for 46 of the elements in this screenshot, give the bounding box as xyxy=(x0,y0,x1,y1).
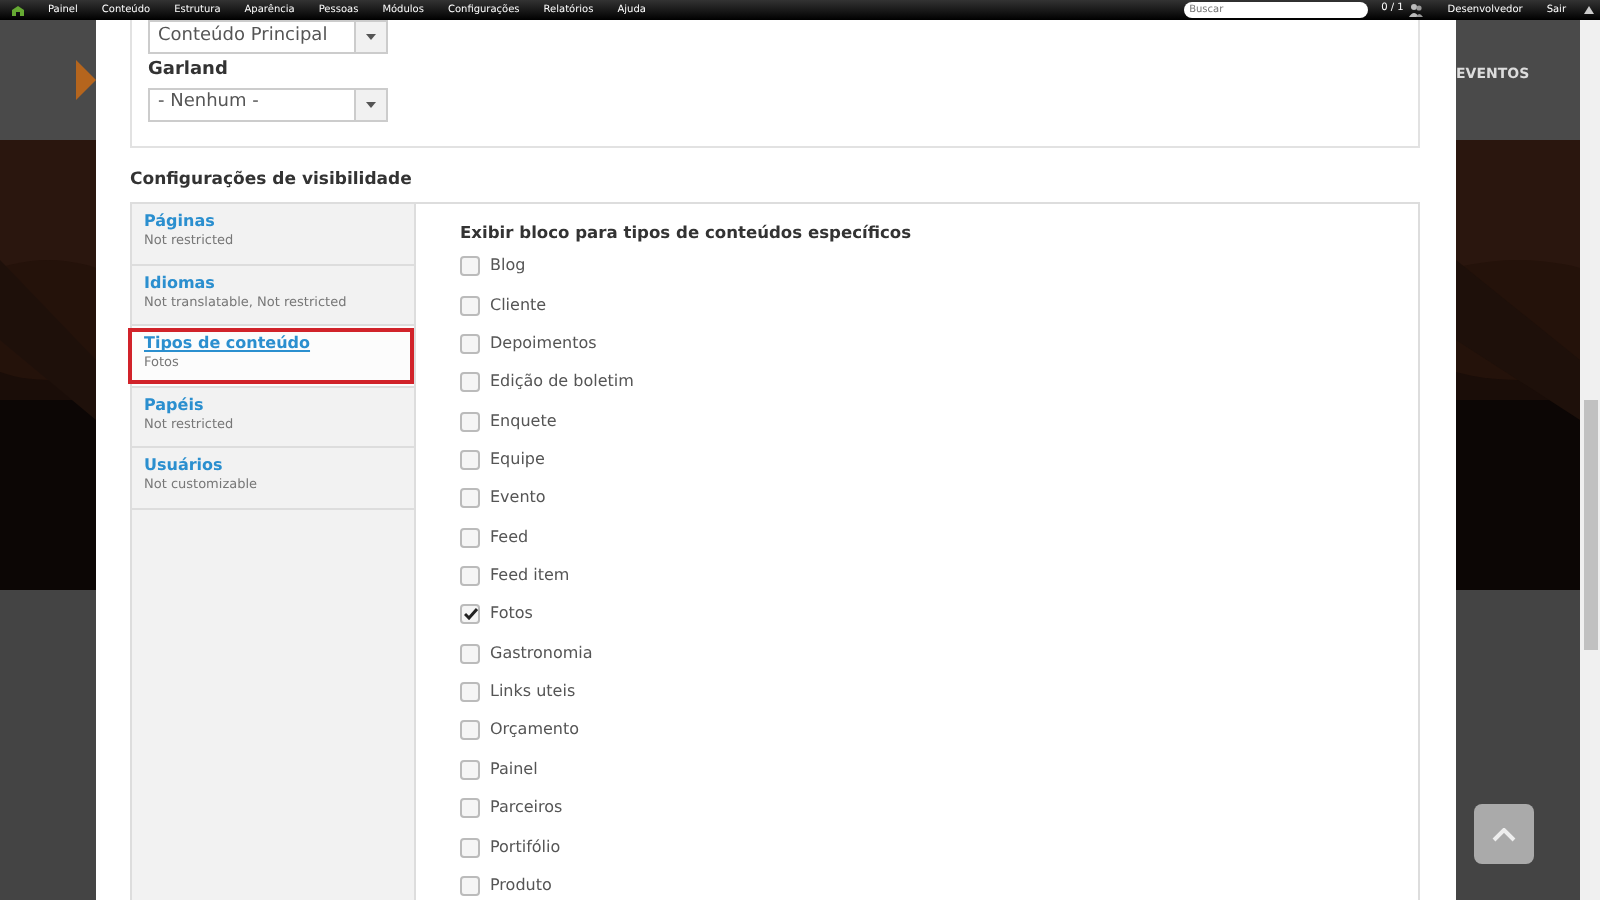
checkbox-label[interactable]: Links uteis xyxy=(490,680,576,705)
checkbox-label[interactable]: Feed item xyxy=(490,564,570,589)
checkbox[interactable] xyxy=(460,604,480,625)
scrollbar-thumb[interactable] xyxy=(1584,400,1598,650)
checkbox-label[interactable]: Gastronomia xyxy=(490,641,593,666)
checkbox[interactable] xyxy=(460,720,480,741)
users-icon xyxy=(1407,2,1424,18)
chevron-up-icon xyxy=(1492,827,1516,841)
checkbox[interactable] xyxy=(460,256,480,277)
checkbox[interactable] xyxy=(460,527,480,548)
checkbox[interactable] xyxy=(460,875,480,896)
checkbox[interactable] xyxy=(460,759,480,780)
checkbox[interactable] xyxy=(460,682,480,703)
checkbox-label[interactable]: Enquete xyxy=(490,409,557,434)
checkbox-label[interactable]: Feed xyxy=(490,525,529,550)
select-field[interactable]: Conteúdo Principal xyxy=(148,20,388,54)
checkbox-label[interactable]: Cliente xyxy=(490,293,547,318)
section-title: Configurações de visibilidade xyxy=(130,167,414,193)
checkbox-label[interactable]: Painel xyxy=(490,757,538,782)
checkbox[interactable] xyxy=(460,488,480,509)
checkbox[interactable] xyxy=(460,450,480,471)
checkbox-label[interactable]: Parceiros xyxy=(490,796,563,821)
checkbox-label[interactable]: Blog xyxy=(490,254,526,279)
checkbox[interactable] xyxy=(460,566,480,587)
select-field[interactable]: - Nenhum - xyxy=(148,87,388,121)
checkbox[interactable] xyxy=(460,837,480,858)
checkbox[interactable] xyxy=(460,334,480,355)
caret-icon[interactable] xyxy=(1578,6,1600,14)
checkbox-label[interactable]: Fotos xyxy=(490,602,533,627)
checkbox-label[interactable]: Portifólio xyxy=(490,835,561,860)
checkbox-label[interactable]: Evento xyxy=(490,486,546,511)
checkbox-label[interactable]: Produto xyxy=(490,873,552,898)
checkbox[interactable] xyxy=(460,798,480,819)
checkbox[interactable] xyxy=(460,643,480,664)
checkbox-label[interactable]: Equipe xyxy=(490,448,545,473)
checkbox[interactable] xyxy=(460,295,480,316)
checkbox-label[interactable]: Orçamento xyxy=(490,718,580,743)
dropdown-icon xyxy=(366,101,376,107)
pane-heading: Exibir bloco para tipos de conteúdos específicos xyxy=(460,220,912,246)
checkbox-label[interactable]: Edição de boletim xyxy=(490,370,634,395)
back-to-top-button[interactable] xyxy=(1474,804,1534,864)
dropdown-icon xyxy=(366,34,376,40)
checkbox[interactable] xyxy=(460,372,480,393)
checkbox-label[interactable]: Depoimentos xyxy=(490,332,597,357)
field-label: Garland xyxy=(148,58,230,84)
checkbox[interactable] xyxy=(460,411,480,432)
